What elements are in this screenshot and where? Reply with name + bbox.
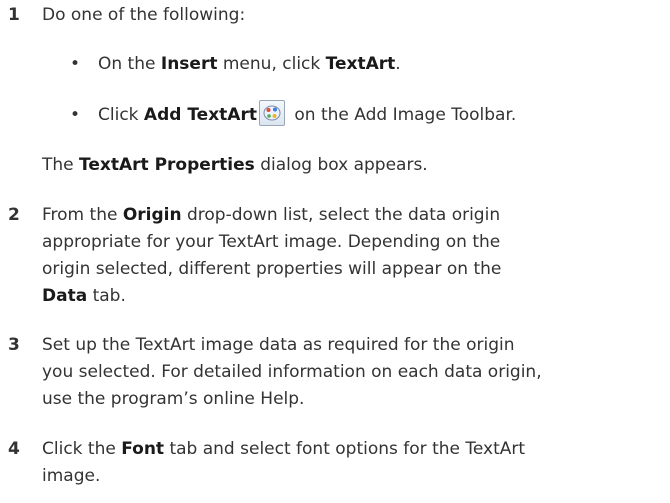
step-text: Do one of the following: bbox=[42, 5, 246, 25]
step-number: 4 bbox=[8, 439, 20, 459]
step-text-line: use the program’s online Help. bbox=[42, 389, 305, 409]
result-text: The TextArt Properties dialog box appear… bbox=[42, 155, 428, 175]
step-number: 1 bbox=[8, 5, 20, 25]
step-number: 3 bbox=[8, 335, 20, 355]
bullet-text: On the Insert menu, click TextArt. bbox=[98, 54, 401, 74]
step-text-line: image. bbox=[42, 466, 101, 486]
bullet: • bbox=[70, 54, 81, 74]
step-text-line: From the Origin drop-down list, select t… bbox=[42, 205, 501, 225]
step-text-line: you selected. For detailed information o… bbox=[42, 362, 542, 382]
step-text-line: appropriate for your TextArt image. Depe… bbox=[42, 232, 501, 252]
step-number: 2 bbox=[8, 205, 20, 225]
step-text-line: Data tab. bbox=[42, 286, 126, 306]
step-text-line: Set up the TextArt image data as require… bbox=[42, 335, 515, 355]
step-text-line: origin selected, different properties wi… bbox=[42, 259, 502, 279]
bullet-text: Click Add TextArt on the Add Image Toolb… bbox=[98, 100, 516, 126]
step-text-line: Click the Font tab and select font optio… bbox=[42, 439, 526, 459]
textart-icon bbox=[258, 100, 285, 126]
bullet: • bbox=[70, 105, 81, 125]
